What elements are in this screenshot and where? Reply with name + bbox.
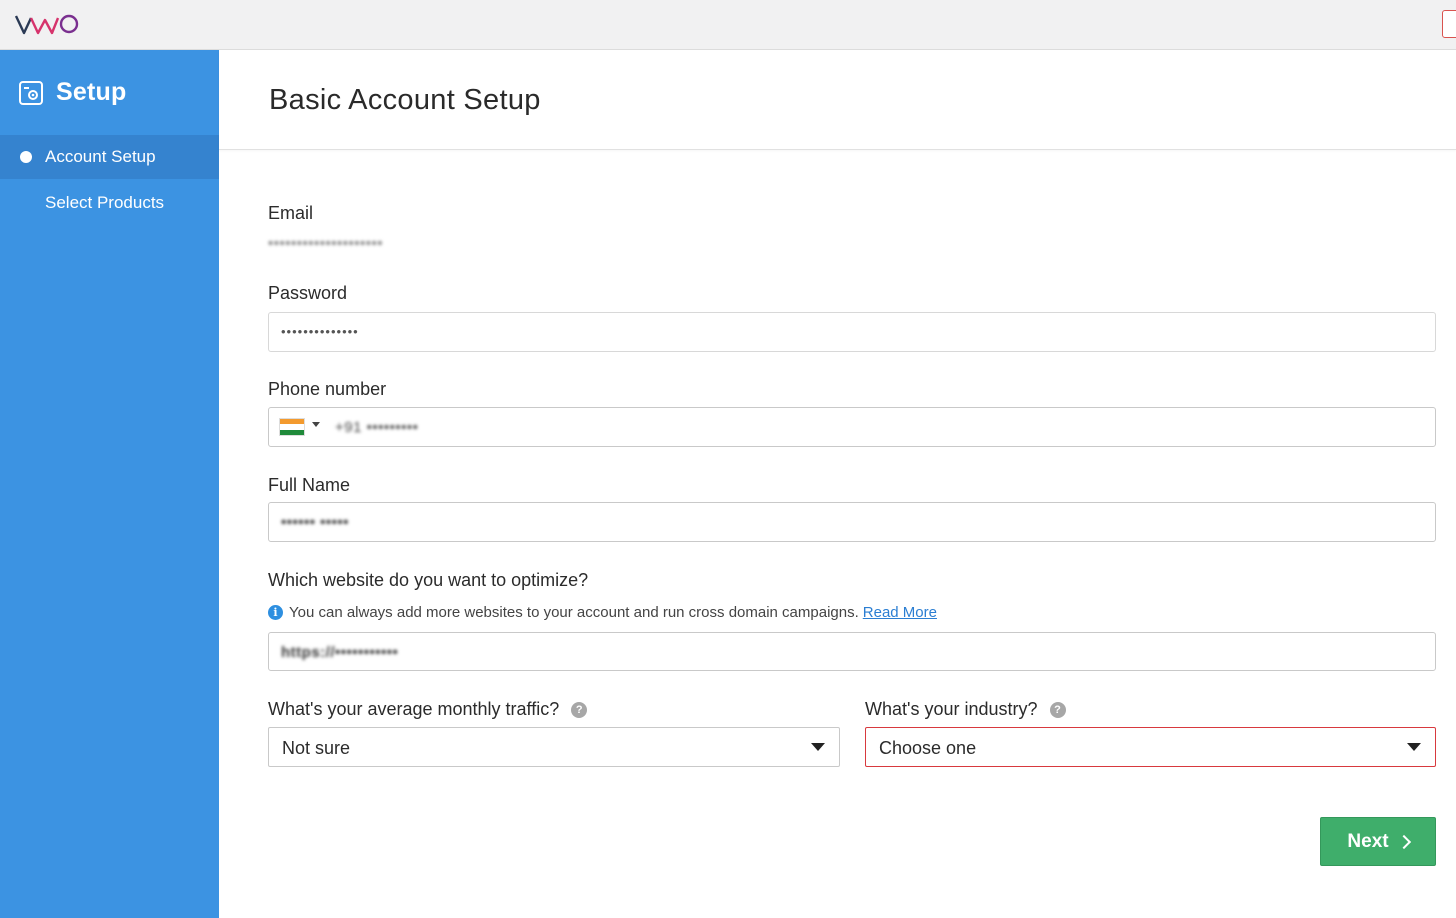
country-caret-icon[interactable] <box>312 422 320 427</box>
sidebar-item-label: Account Setup <box>45 147 156 166</box>
traffic-selected-value: Not sure <box>282 738 351 758</box>
read-more-link[interactable]: Read More <box>863 604 937 621</box>
website-field[interactable]: https://••••••••••• <box>268 632 1436 671</box>
next-button-label: Next <box>1347 830 1389 852</box>
password-value: •••••••••••••• <box>281 324 359 339</box>
email-value: •••••••••••••••••••• <box>268 235 384 252</box>
full-name-label: Full Name <box>268 475 351 495</box>
vwo-logo-icon <box>14 14 79 35</box>
sidebar-item-account-setup[interactable]: Account Setup <box>0 135 219 179</box>
industry-help-icon[interactable]: ? <box>1049 702 1066 718</box>
website-label: Which website do you want to optimize? <box>268 570 589 590</box>
info-icon: i <box>268 605 283 620</box>
full-name-field[interactable]: •••••• ••••• <box>268 502 1436 542</box>
sidebar-item-label: Select Products <box>45 193 165 212</box>
website-hint-text: You can always add more websites to your… <box>289 604 859 621</box>
chevron-down-icon <box>811 743 825 751</box>
setup-gear-icon <box>19 80 43 105</box>
traffic-select[interactable]: Not sure <box>268 727 840 767</box>
sidebar-item-select-products[interactable]: Select Products <box>0 181 219 225</box>
email-label: Email <box>268 203 314 223</box>
full-name-value: •••••• ••••• <box>281 514 349 531</box>
active-dot-icon <box>20 151 32 163</box>
industry-select[interactable]: Choose one <box>865 727 1436 767</box>
sidebar-header: Setup <box>18 78 126 107</box>
india-flag-icon[interactable] <box>279 418 305 436</box>
website-hint: i You can always add more websites to yo… <box>268 604 937 621</box>
password-field[interactable]: •••••••••••••• <box>268 312 1436 352</box>
vwo-logo[interactable] <box>14 11 80 37</box>
top-bar <box>0 0 1456 50</box>
phone-field[interactable]: +91 ••••••••• <box>268 407 1436 447</box>
page-header: Basic Account Setup <box>219 50 1456 150</box>
industry-selected-value: Choose one <box>879 738 977 758</box>
industry-label: What's your industry?? <box>865 699 1066 720</box>
sidebar: Setup Account Setup Select Products <box>0 50 219 918</box>
password-label: Password <box>268 283 348 303</box>
traffic-label: What's your average monthly traffic?? <box>268 699 588 720</box>
website-value: https://••••••••••• <box>281 644 399 661</box>
next-button[interactable]: Next <box>1320 817 1436 866</box>
sidebar-title: Setup <box>56 78 127 106</box>
top-right-button[interactable] <box>1442 10 1456 38</box>
phone-label: Phone number <box>268 379 387 399</box>
page-title: Basic Account Setup <box>269 84 541 116</box>
traffic-label-text: What's your average monthly traffic? <box>268 699 560 719</box>
chevron-right-icon <box>1396 834 1411 850</box>
traffic-help-icon[interactable]: ? <box>571 702 588 718</box>
chevron-down-icon <box>1407 743 1421 751</box>
industry-label-text: What's your industry? <box>865 699 1038 719</box>
phone-value: +91 ••••••••• <box>335 419 419 436</box>
